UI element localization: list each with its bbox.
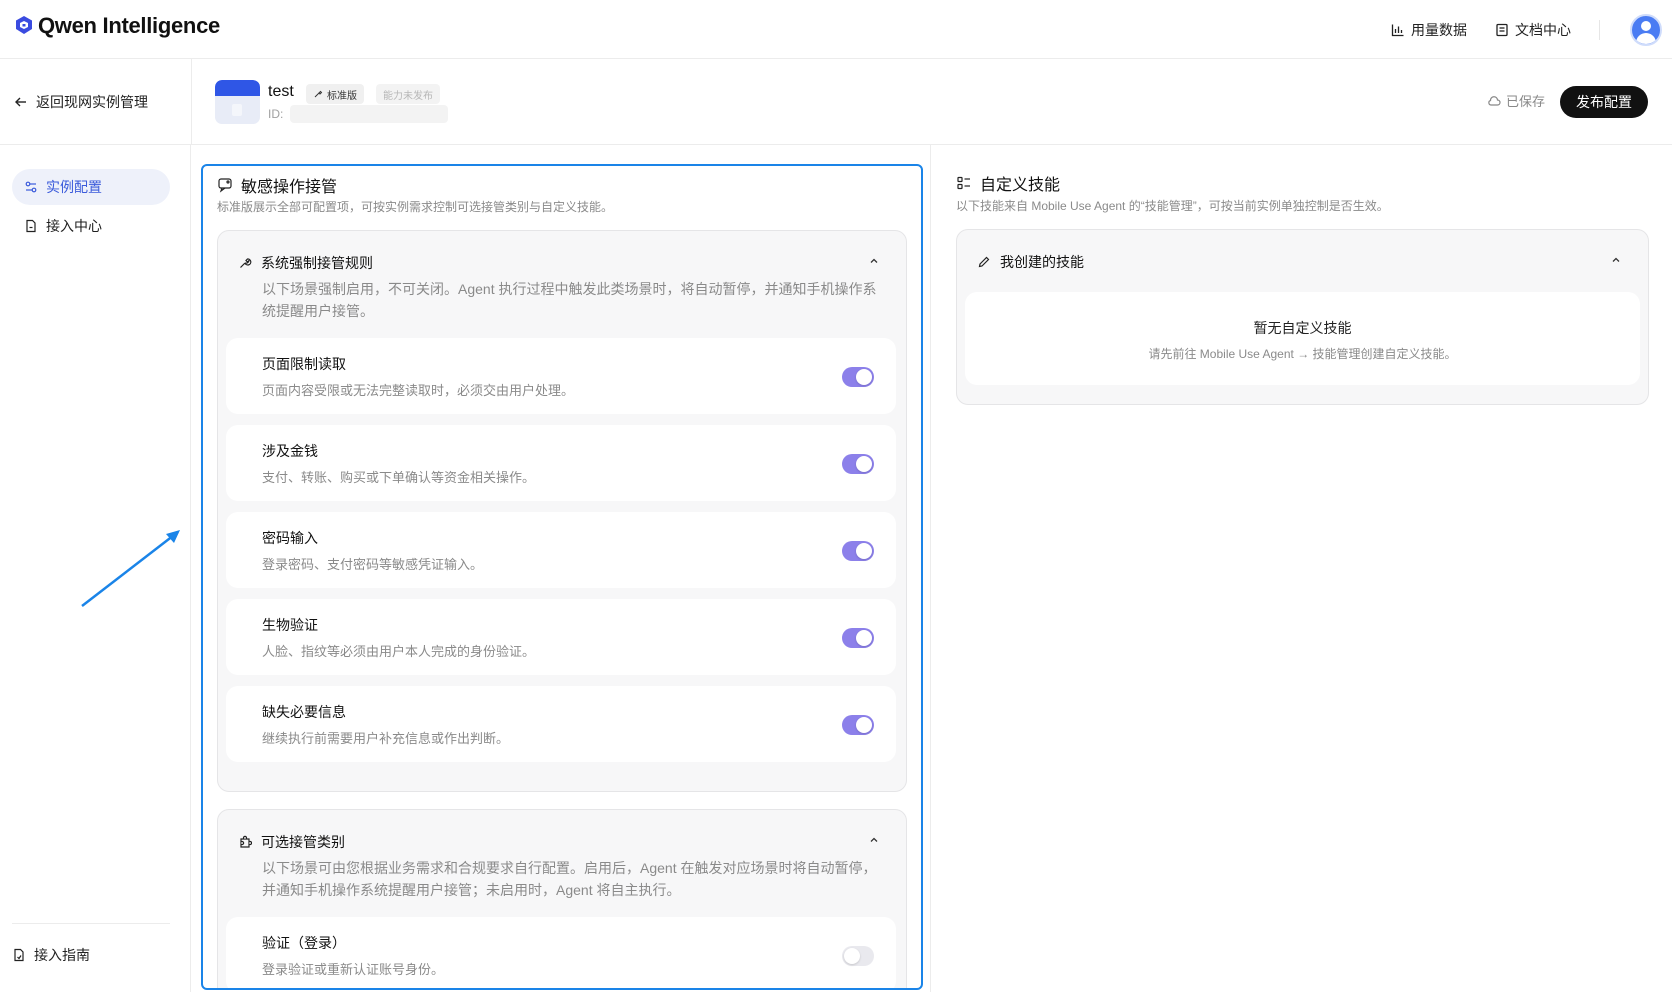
list-item: 缺失必要信息 继续执行前需要用户补充信息或作出判断。 — [226, 686, 896, 762]
section-title-text: 自定义技能 — [980, 177, 1061, 194]
rule-desc: 支付、转账、购买或下单确认等资金相关操作。 — [262, 470, 536, 485]
access-guide-label: 接入指南 — [34, 947, 90, 963]
group-title: 我创建的技能 — [1000, 254, 1084, 270]
usage-data-label: 用量数据 — [1411, 21, 1467, 38]
sidebar-item-label: 实例配置 — [46, 179, 102, 195]
cloud-icon — [1488, 95, 1501, 106]
group-desc-line: 以下场景可由您根据业务需求和合规要求自行配置。启用后，Agent 在触发对应场景… — [262, 860, 877, 876]
instance-header: 返回现网实例管理 test 标准版 能力未发布 ID: 已保存 发布配置 — [0, 59, 1672, 145]
standard-edition-label: 标准版 — [327, 90, 357, 102]
my-skills-header: 我创建的技能 — [977, 252, 1084, 272]
chat-icon — [218, 178, 232, 193]
rule-toggle[interactable] — [842, 946, 874, 966]
back-label: 返回现网实例管理 — [36, 94, 148, 110]
rule-toggle[interactable] — [842, 367, 874, 387]
usage-data-link[interactable]: 用量数据 — [1391, 20, 1467, 40]
app-icon — [215, 80, 260, 124]
bar-chart-icon — [1391, 24, 1404, 36]
back-button[interactable]: 返回现网实例管理 — [14, 92, 148, 112]
empty-skills-card: 暂无自定义技能 请先前往 Mobile Use Agent → 技能管理创建自定… — [965, 292, 1640, 385]
docs-center-link[interactable]: 文档中心 — [1495, 20, 1571, 40]
rule-title: 验证（登录） — [262, 935, 346, 951]
sensitive-ops-panel: 敏感操作接管 标准版展示全部可配置项，可按实例需求控制可选接管类别与自定义技能。… — [201, 164, 923, 990]
chevron-up-icon[interactable] — [868, 255, 880, 267]
sidebar-item-instance-config[interactable]: 实例配置 — [12, 169, 170, 205]
rule-title: 页面限制读取 — [262, 356, 346, 372]
header-divider — [191, 59, 192, 145]
instance-id-label: ID: — [268, 107, 284, 121]
rule-desc: 人脸、指纹等必须由用户本人完成的身份验证。 — [262, 644, 536, 659]
custom-skills-title: 自定义技能 — [956, 171, 1060, 195]
list-item: 生物验证 人脸、指纹等必须由用户本人完成的身份验证。 — [226, 599, 896, 675]
rule-title: 缺失必要信息 — [262, 704, 346, 720]
my-skills-group: 我创建的技能 暂无自定义技能 请先前往 Mobile Use Agent → 技… — [956, 229, 1649, 405]
publish-config-button[interactable]: 发布配置 — [1560, 86, 1648, 118]
access-guide-link[interactable]: 接入指南 — [12, 945, 90, 965]
app-name: test — [268, 83, 294, 100]
rule-desc: 继续执行前需要用户补充信息或作出判断。 — [262, 731, 510, 746]
rule-title: 涉及金钱 — [262, 443, 318, 459]
rule-title: 生物验证 — [262, 617, 318, 633]
wrench-icon — [314, 90, 323, 98]
sensitive-ops-desc: 标准版展示全部可配置项，可按实例需求控制可选接管类别与自定义技能。 — [217, 200, 614, 214]
rule-toggle[interactable] — [842, 454, 874, 474]
panel-divider — [930, 145, 931, 992]
save-status-label: 已保存 — [1506, 94, 1546, 109]
rule-toggle[interactable] — [842, 715, 874, 735]
rule-toggle[interactable] — [842, 628, 874, 648]
list-item: 验证（登录） 登录验证或重新认证账号身份。 — [226, 917, 896, 988]
top-bar: Qwen Intelligence 用量数据 文档中心 — [0, 0, 1672, 59]
custom-skills-desc: 以下技能来自 Mobile Use Agent 的“技能管理”，可按当前实例单独… — [956, 199, 1389, 213]
rule-toggle[interactable] — [842, 541, 874, 561]
forced-takeover-header: 系统强制接管规则 — [238, 253, 373, 273]
arrow-left-icon — [15, 97, 26, 107]
wrench-icon — [240, 258, 252, 268]
group-desc: 以下场景可由您根据业务需求和合规要求自行配置。启用后，Agent 在触发对应场景… — [262, 857, 902, 901]
group-desc-line: 并通知手机操作系统提醒用户接管；未启用时，Agent 将自主执行。 — [262, 882, 681, 898]
top-divider — [1599, 19, 1600, 40]
list-icon — [957, 176, 970, 190]
brand-logo[interactable]: Qwen Intelligence — [12, 13, 220, 39]
qwen-logo-icon — [16, 16, 32, 34]
rule-desc: 登录密码、支付密码等敏感凭证输入。 — [262, 557, 484, 572]
list-item: 页面限制读取 页面内容受限或无法完整读取时，必须交由用户处理。 — [226, 338, 896, 414]
guide-file-icon — [14, 948, 24, 962]
sidebar-item-label: 接入中心 — [46, 218, 102, 234]
chevron-up-icon[interactable] — [1610, 254, 1622, 266]
group-desc: 以下场景强制启用，不可关闭。Agent 执行过程中触发此类场景时，将自动暂停，并… — [262, 281, 877, 319]
list-item: 密码输入 登录密码、支付密码等敏感凭证输入。 — [226, 512, 896, 588]
pen-icon — [978, 256, 990, 268]
save-status: 已保存 — [1487, 91, 1545, 110]
puzzle-icon — [240, 835, 252, 848]
rule-desc: 页面内容受限或无法完整读取时，必须交由用户处理。 — [262, 383, 575, 398]
group-title: 系统强制接管规则 — [261, 255, 373, 271]
empty-state-desc: 请先前往 Mobile Use Agent → 技能管理创建自定义技能。 — [1148, 347, 1457, 361]
optional-takeover-group: 可选接管类别 以下场景可由您根据业务需求和合规要求自行配置。启用后，Agent … — [217, 809, 907, 988]
forced-takeover-group: 系统强制接管规则 以下场景强制启用，不可关闭。Agent 执行过程中触发此类场景… — [217, 230, 907, 792]
sliders-icon — [25, 181, 37, 193]
rule-title: 密码输入 — [262, 530, 318, 546]
user-avatar[interactable] — [1630, 13, 1662, 46]
sidebar-divider — [12, 923, 170, 924]
optional-takeover-header: 可选接管类别 — [238, 832, 345, 852]
brand-name: Qwen Intelligence — [38, 13, 220, 38]
section-title-text: 敏感操作接管 — [241, 179, 338, 196]
file-link-icon — [26, 219, 36, 233]
document-icon — [1496, 23, 1508, 36]
empty-state-title: 暂无自定义技能 — [1253, 320, 1352, 336]
chevron-up-icon[interactable] — [868, 834, 880, 846]
docs-center-label: 文档中心 — [1515, 21, 1571, 38]
annotation-arrow-icon — [81, 530, 180, 607]
unpublished-badge: 能力未发布 — [376, 84, 440, 104]
list-item: 涉及金钱 支付、转账、购买或下单确认等资金相关操作。 — [226, 425, 896, 501]
instance-id-redacted — [290, 105, 448, 123]
sensitive-ops-title: 敏感操作接管 — [217, 173, 337, 197]
group-title: 可选接管类别 — [261, 834, 345, 850]
rule-desc: 登录验证或重新认证账号身份。 — [262, 962, 445, 977]
sidebar-item-access-center[interactable]: 接入中心 — [12, 208, 170, 244]
standard-edition-badge: 标准版 — [306, 84, 364, 104]
